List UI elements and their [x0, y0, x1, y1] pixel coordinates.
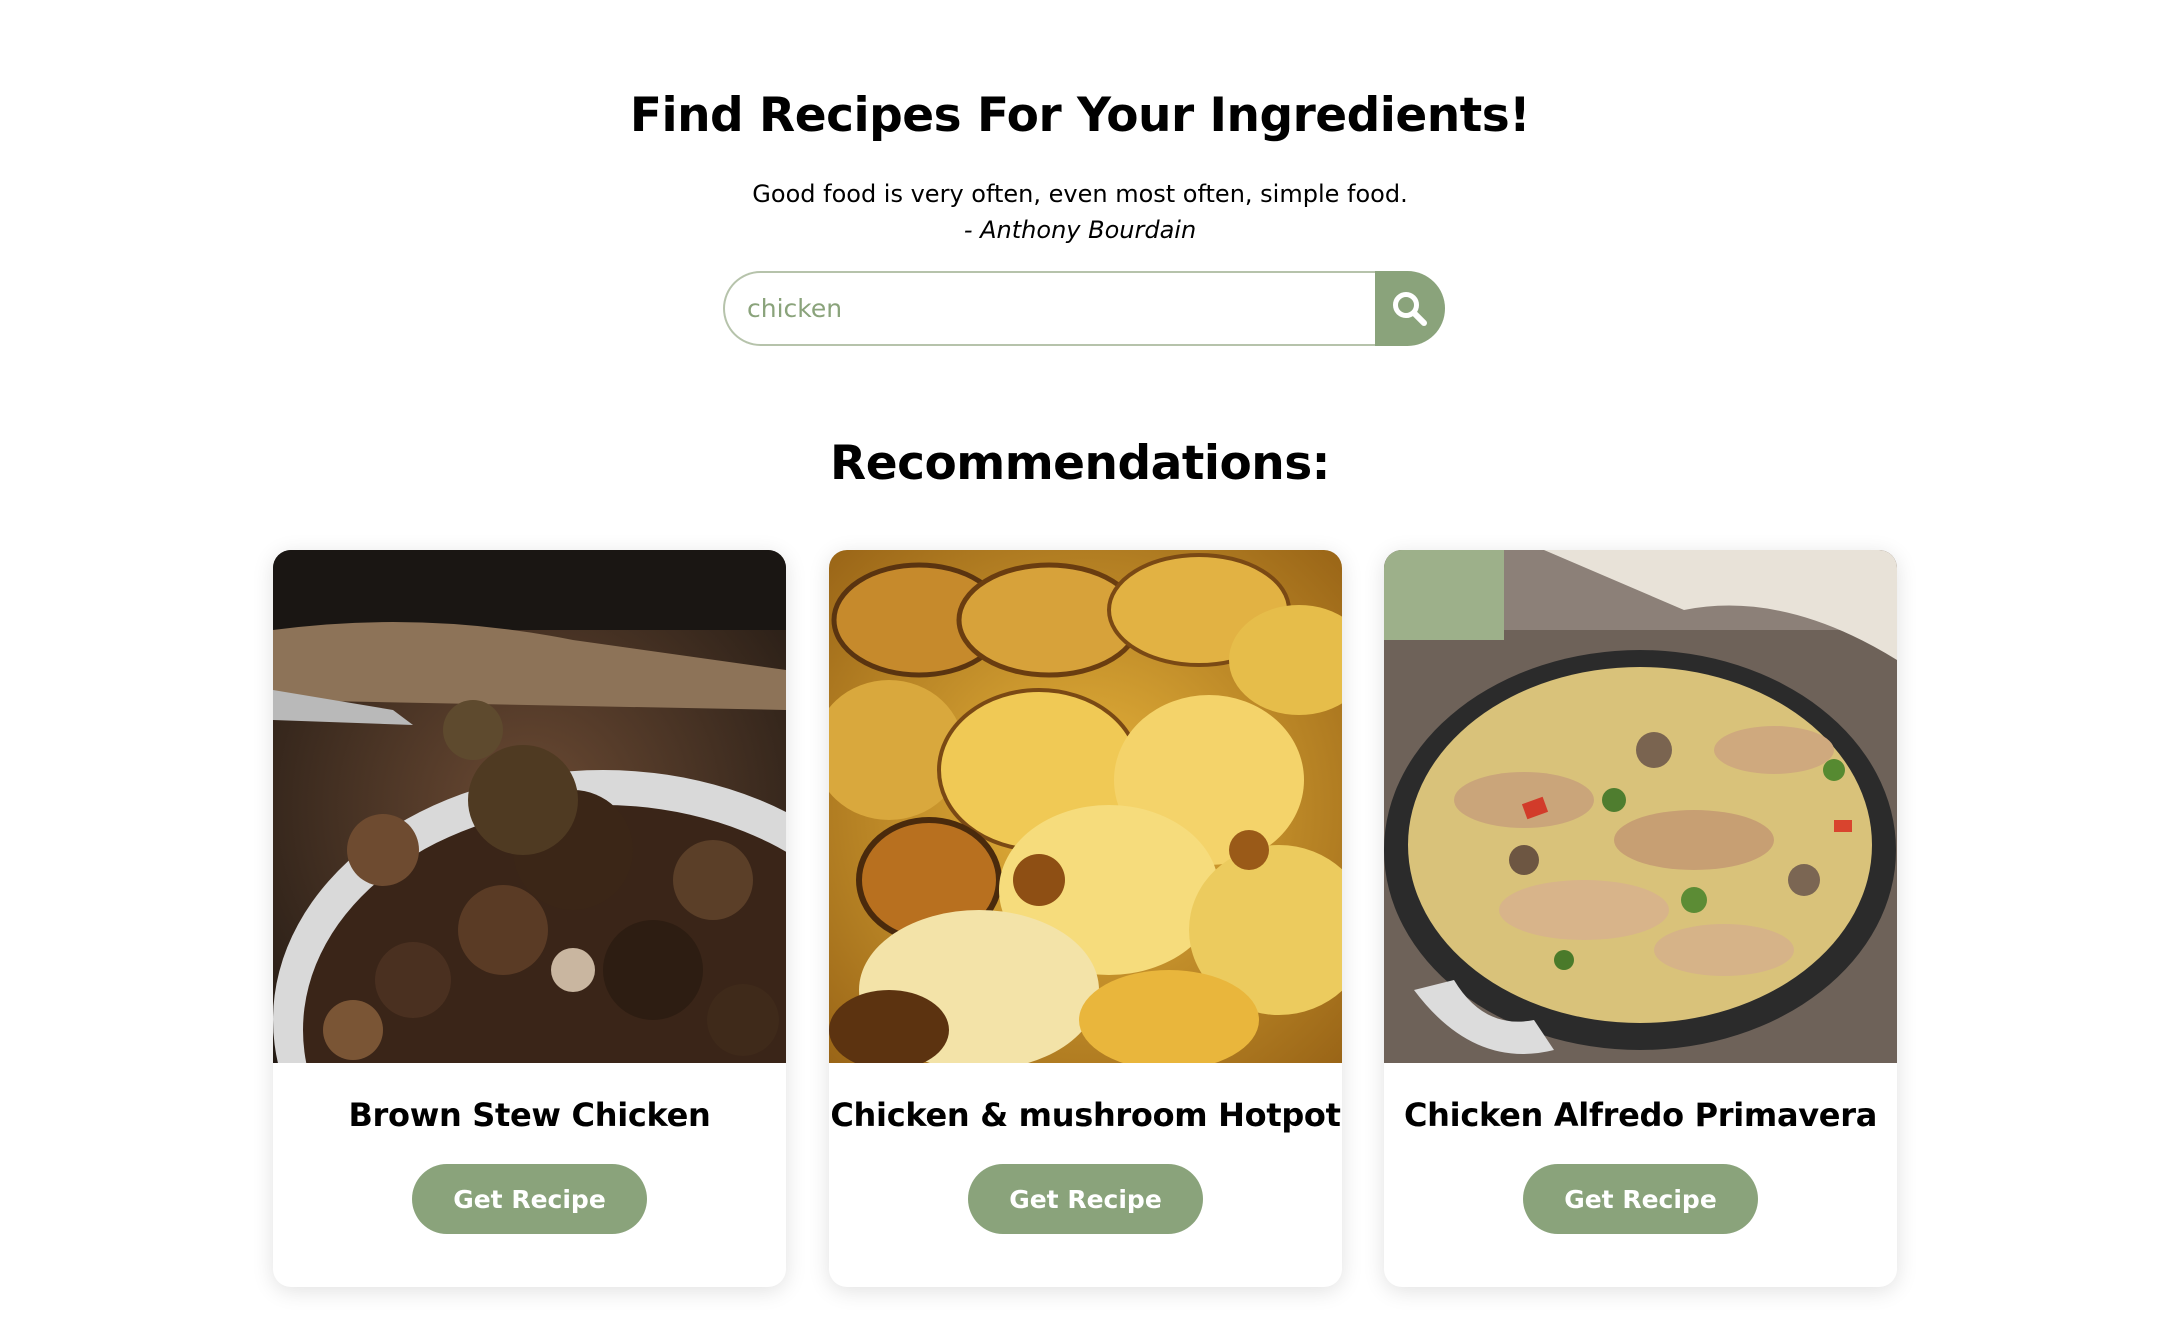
get-recipe-button[interactable]: Get Recipe — [968, 1164, 1203, 1234]
search-input[interactable] — [723, 271, 1388, 346]
page-title: Find Recipes For Your Ingredients! — [629, 88, 1531, 143]
quote-text: Good food is very often, even most often… — [752, 180, 1408, 208]
get-recipe-button[interactable]: Get Recipe — [412, 1164, 647, 1234]
brown-stew-chicken-photo — [273, 550, 786, 1063]
get-recipe-button[interactable]: Get Recipe — [1523, 1164, 1758, 1234]
recommendations-heading: Recommendations: — [830, 436, 1330, 491]
recipe-title: Brown Stew Chicken — [348, 1096, 711, 1134]
quote-author: - Anthony Bourdain — [963, 216, 1197, 244]
recipe-card: Chicken & mushroom Hotpot Get Recipe — [829, 550, 1342, 1287]
recipe-card: Chicken Alfredo Primavera Get Recipe — [1384, 550, 1897, 1287]
recipe-title: Chicken & mushroom Hotpot — [830, 1096, 1341, 1134]
search-button[interactable] — [1375, 271, 1445, 346]
chicken-alfredo-primavera-photo — [1384, 550, 1897, 1063]
search-icon — [1393, 291, 1427, 326]
recipe-card: Brown Stew Chicken Get Recipe — [273, 550, 786, 1287]
chicken-mushroom-hotpot-photo — [829, 550, 1342, 1063]
page: Find Recipes For Your Ingredients! Good … — [0, 0, 2160, 1322]
quote: Good food is very often, even most often… — [0, 176, 2160, 248]
search-bar — [723, 271, 1445, 346]
recipe-title: Chicken Alfredo Primavera — [1403, 1096, 1877, 1134]
